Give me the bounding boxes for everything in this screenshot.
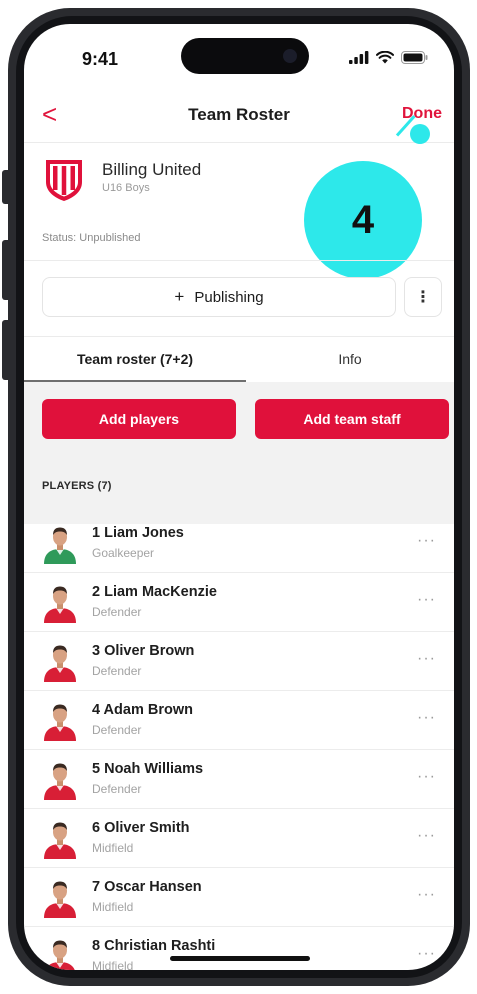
step-pointer-dot [410,124,430,144]
player-row[interactable]: 1 Liam Jones Goalkeeper ··· [24,514,454,573]
player-position: Defender [92,782,142,796]
player-avatar [45,940,75,970]
publishing-button[interactable]: + Publishing [42,277,396,317]
player-row[interactable]: 7 Oscar Hansen Midfield ··· [24,868,454,927]
team-subtitle: U16 Boys [102,182,150,194]
player-position: Goalkeeper [92,546,155,560]
status-icons [349,51,428,64]
player-more-icon[interactable]: ··· [417,591,436,609]
tab-info[interactable]: Info [246,336,454,382]
player-position: Midfield [92,959,134,970]
player-position: Defender [92,723,142,737]
player-avatar [44,586,76,623]
player-more-icon[interactable]: ··· [417,886,436,904]
tab-team-roster[interactable]: Team roster (7+2) [24,336,246,382]
players-section-header: PLAYERS (7) [42,480,112,492]
player-row[interactable]: 2 Liam MacKenzie Defender ··· [24,573,454,632]
status-bar: 9:41 [24,24,454,84]
action-button [2,170,8,204]
team-crest-icon [46,160,82,201]
player-row[interactable]: 5 Noah Williams Defender ··· [24,750,454,809]
player-row[interactable]: 4 Adam Brown Defender ··· [24,691,454,750]
more-options-button[interactable]: ⋮ [404,277,442,317]
step-number-badge: 4 [304,161,422,279]
player-avatar [44,822,76,859]
player-row[interactable]: 6 Oliver Smith Midfield ··· [24,809,454,868]
camera-icon [283,49,297,63]
player-more-icon[interactable]: ··· [417,768,436,786]
player-position: Midfield [92,900,134,914]
player-row[interactable]: 8 Christian Rashti Midfield ··· [24,927,454,970]
divider [24,260,454,261]
player-name: 4 Adam Brown [92,702,193,718]
player-more-icon[interactable]: ··· [417,709,436,727]
publishing-label: Publishing [194,288,264,306]
player-more-icon[interactable]: ··· [417,827,436,845]
player-avatar [44,645,76,682]
player-name: 6 Oliver Smith [92,820,190,836]
player-name: 3 Oliver Brown [92,643,195,659]
player-position: Defender [92,605,142,619]
home-indicator [170,956,310,961]
page-title: Team Roster [188,105,290,124]
player-row[interactable]: 3 Oliver Brown Defender ··· [24,632,454,691]
player-name: 2 Liam MacKenzie [92,584,217,600]
player-more-icon[interactable]: ··· [417,650,436,668]
publish-status: Status: Unpublished [42,232,141,244]
wifi-icon [376,51,394,64]
player-avatar [44,763,76,800]
divider [24,142,454,143]
status-time: 9:41 [82,49,119,69]
player-name: 8 Christian Rashti [92,938,216,954]
team-name: Billing United [102,160,202,179]
plus-icon: + [174,287,185,306]
volume-down-button [2,320,8,380]
navigation-bar: < Team Roster Done [24,101,454,130]
dynamic-island [181,38,309,74]
player-avatar [44,881,76,918]
players-list: 1 Liam Jones Goalkeeper ··· 2 Liam MacKenzi… [24,514,454,970]
player-name: 7 Oscar Hansen [92,879,202,895]
add-team-staff-button[interactable]: Add team staff [255,399,449,439]
app-screen: 9:41 < Team Roster Done Billing United U… [24,24,454,970]
player-more-icon[interactable]: ··· [417,945,436,963]
player-position: Midfield [92,841,134,855]
player-position: Defender [92,664,142,678]
signal-icon [349,51,369,64]
roster-actions: Add players Add team staff PLAYERS (7) [24,382,454,524]
player-avatar [44,527,76,564]
battery-icon [401,51,428,64]
player-avatar [44,704,76,741]
player-name: 5 Noah Williams [92,761,204,777]
add-players-button[interactable]: Add players [42,399,236,439]
player-name: 1 Liam Jones [92,525,184,541]
player-more-icon[interactable]: ··· [417,532,436,550]
volume-up-button [2,240,8,300]
tab-bar: Team roster (7+2) Info [24,336,454,383]
